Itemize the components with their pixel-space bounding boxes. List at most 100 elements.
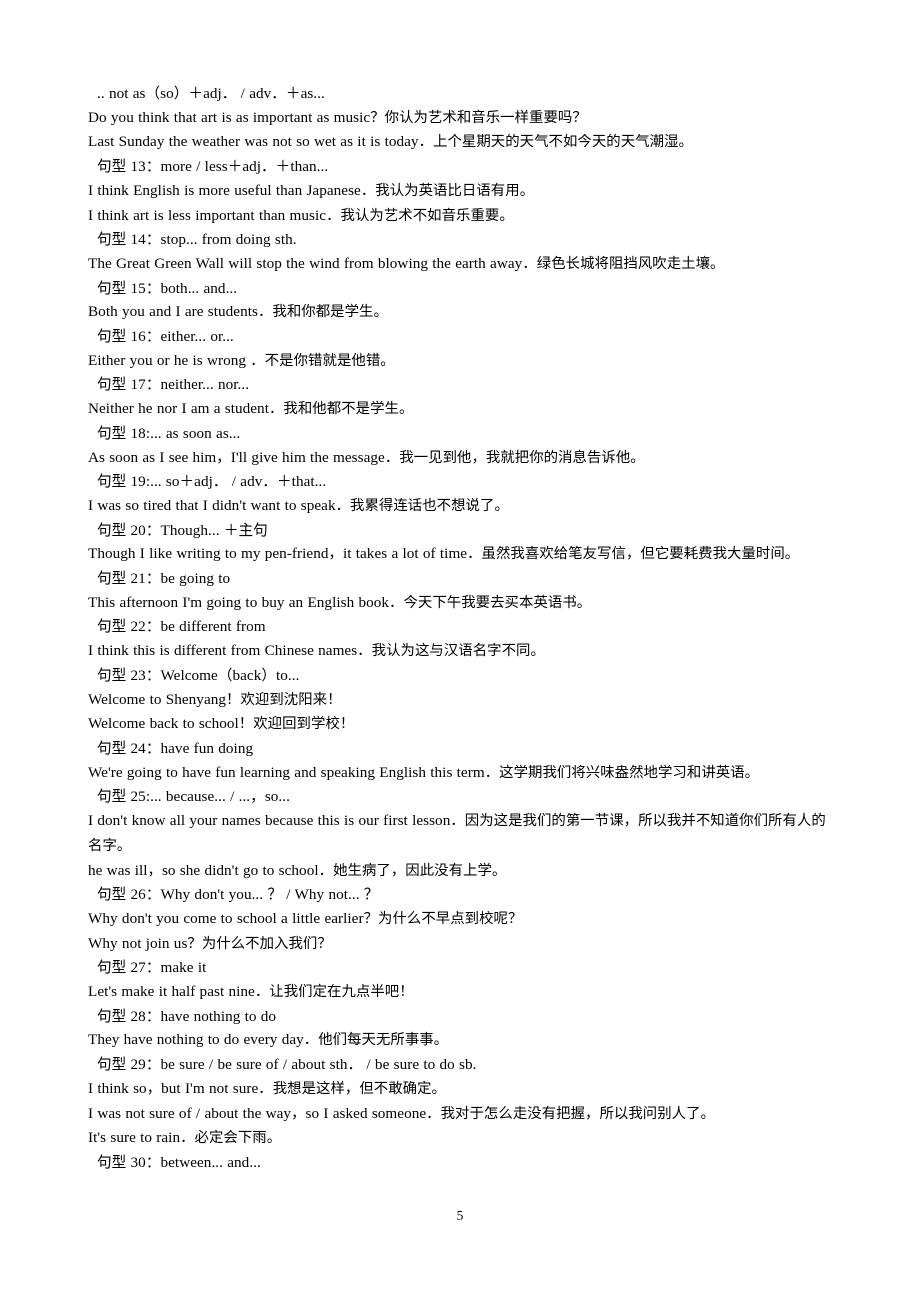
- document-page: .. not as（so）＋adj． / adv．＋as... Do you th…: [0, 0, 920, 1302]
- chinese-text: ？为什么不早点到校呢？: [363, 910, 523, 927]
- sentence-pattern-line: 句型 20：Though... ＋主句: [97, 521, 268, 539]
- chinese-text: ＋: [179, 473, 195, 491]
- example-sentence-line: Neither he nor I am a student．我和他都不是学生。: [88, 400, 414, 418]
- chinese-text: ，: [147, 862, 162, 879]
- chinese-text: ．她生病了，因此没有上学。: [318, 862, 507, 879]
- chinese-text: 句型: [97, 1007, 127, 1025]
- sentence-pattern-line: 句型 27：make it: [97, 959, 207, 977]
- chinese-text: ：: [145, 618, 161, 636]
- chinese-text: ．＋: [262, 473, 292, 491]
- chinese-text: ．我认为这与汉语名字不同。: [357, 643, 545, 660]
- example-sentence-line: Welcome to Shenyang！欢迎到沈阳来！: [88, 690, 342, 708]
- chinese-text: ．不是你错就是他错。: [250, 352, 395, 369]
- example-sentence-line: Welcome back to school！欢迎回到学校！: [88, 715, 355, 733]
- chinese-text: ，: [146, 1080, 162, 1097]
- chinese-text: ：: [145, 376, 161, 394]
- chinese-text: ：: [145, 570, 161, 588]
- chinese-text: ，: [216, 449, 231, 466]
- chinese-text: ．我和你都是学生。: [257, 304, 388, 321]
- chinese-text: ．因为这是我们的第一节课，所以我并不知道你们所有人的名字。: [88, 813, 826, 854]
- chinese-text: ：: [145, 886, 161, 904]
- document-body: .. not as（so）＋adj． / adv．＋as... Do you th…: [88, 82, 838, 1175]
- chinese-text: ：: [145, 959, 161, 977]
- chinese-text: 句型: [97, 424, 127, 442]
- sentence-pattern-line: 句型 18:... as soon as...: [97, 424, 241, 442]
- chinese-text: （: [145, 85, 161, 102]
- example-sentence-line: Both you and I are students．我和你都是学生。: [88, 303, 388, 321]
- example-sentence-line: Let's make it half past nine．让我们定在九点半吧！: [88, 983, 414, 1001]
- chinese-text: ＋: [227, 158, 243, 176]
- chinese-text: ）: [261, 666, 277, 684]
- chinese-text: ．: [221, 85, 237, 102]
- chinese-text: 句型: [97, 473, 127, 491]
- chinese-text: ：: [145, 1153, 161, 1171]
- example-sentence-line: Why don't you come to school a little ea…: [88, 909, 523, 927]
- sentence-pattern-line: 句型 23：Welcome（back）to...: [97, 666, 300, 684]
- chinese-text: 句型: [97, 788, 127, 806]
- chinese-text: ！欢迎回到学校！: [238, 716, 355, 733]
- chinese-text: 句型: [97, 666, 127, 684]
- example-sentence-line: We're going to have fun learning and spe…: [88, 763, 760, 781]
- example-sentence-line: I don't know all your names because this…: [88, 812, 826, 854]
- chinese-text: 句型: [97, 1056, 127, 1074]
- page-number: 5: [456, 1208, 464, 1223]
- chinese-text: ．必定会下雨。: [180, 1130, 282, 1147]
- chinese-text: 句型: [97, 521, 127, 539]
- example-sentence-line: They have nothing to do every day．他们每天无所…: [88, 1031, 449, 1049]
- chinese-text: 句型: [97, 959, 127, 977]
- chinese-text: 句型: [97, 328, 127, 346]
- chinese-text: ＋主句: [223, 521, 268, 539]
- chinese-text: ．绿色长城将阻挡风吹走土壤。: [522, 255, 725, 272]
- chinese-text: ？你认为艺术和音乐一样重要吗？: [370, 109, 587, 126]
- chinese-text: ．＋: [271, 85, 301, 102]
- example-sentence-line: This afternoon I'm going to buy an Engli…: [88, 593, 592, 611]
- chinese-text: 句型: [97, 739, 127, 757]
- example-sentence-line: he was ill，so she didn't go to school．她生…: [88, 861, 507, 879]
- chinese-text: ，: [250, 788, 265, 806]
- chinese-text: 句型: [97, 279, 127, 297]
- chinese-text: ，: [291, 1105, 306, 1122]
- example-sentence-line: I think so，but I'm not sure．我想是这样，但不敢确定。: [88, 1079, 446, 1097]
- chinese-text: ．我和他都不是学生。: [268, 401, 414, 418]
- chinese-text: ：: [145, 739, 161, 757]
- chinese-text: ：: [145, 279, 161, 297]
- sentence-pattern-line: 句型 28：have nothing to do: [97, 1007, 277, 1025]
- chinese-text: 句型: [97, 886, 127, 904]
- chinese-text: ：: [145, 521, 161, 539]
- chinese-text: （: [217, 666, 233, 684]
- example-sentence-line: Do you think that art is as important as…: [88, 108, 587, 126]
- example-sentence-line: The Great Green Wall will stop the wind …: [88, 254, 725, 272]
- example-sentence-line: I think art is less important than music…: [88, 206, 514, 224]
- example-sentence-line: Either you or he is wrong ．不是你错就是他错。: [88, 351, 395, 369]
- chinese-text: ？: [267, 886, 283, 904]
- sentence-pattern-line: 句型 13：more / less＋adj．＋than...: [97, 158, 329, 176]
- chinese-text: ．这学期我们将兴味盎然地学习和讲英语。: [484, 764, 760, 781]
- chinese-text: ，: [328, 546, 343, 563]
- chinese-text: ．我认为艺术不如音乐重要。: [326, 207, 514, 224]
- example-sentence-line: I was not sure of / about the way，so I a…: [88, 1104, 715, 1122]
- chinese-text: 句型: [97, 231, 127, 249]
- sentence-pattern-line: 句型 26：Why don't you... ？ / Why not... ？: [97, 886, 379, 904]
- chinese-text: ：: [145, 1007, 161, 1025]
- chinese-text: ．今天下午我要去买本英语书。: [389, 594, 592, 611]
- chinese-text: ．我想是这样，但不敢确定。: [258, 1080, 446, 1097]
- example-sentence-line: Though I like writing to my pen-friend，i…: [88, 545, 800, 563]
- chinese-text: ！欢迎到沈阳来！: [226, 691, 342, 708]
- chinese-text: 句型: [97, 158, 127, 176]
- chinese-text: ．虽然我喜欢给笔友写信，但它要耗费我大量时间。: [467, 546, 800, 563]
- sentence-pattern-line: 句型 22：be different from: [97, 618, 266, 636]
- chinese-text: 句型: [97, 618, 127, 636]
- sentence-pattern-line: 句型 14：stop... from doing sth.: [97, 231, 297, 249]
- sentence-pattern-line: 句型 24：have fun doing: [97, 739, 254, 757]
- sentence-pattern-line: .. not as（so）＋adj． / adv．＋as...: [97, 85, 325, 102]
- sentence-pattern-line: 句型 29：be sure / be sure of / about sth． …: [97, 1056, 477, 1074]
- chinese-text: ．我对于怎么走没有把握，所以我问别人了。: [426, 1105, 715, 1122]
- example-sentence-line: Why not join us？为什么不加入我们？: [88, 934, 332, 952]
- chinese-text: ：: [145, 158, 161, 176]
- chinese-text: ：: [145, 328, 161, 346]
- sentence-pattern-line: 句型 25:... because... / ...，so...: [97, 788, 290, 806]
- chinese-text: ：: [145, 666, 161, 684]
- sentence-pattern-line: 句型 21：be going to: [97, 570, 231, 588]
- example-sentence-line: As soon as I see him，I'll give him the m…: [88, 448, 645, 466]
- chinese-text: ？为什么不加入我们？: [187, 935, 332, 952]
